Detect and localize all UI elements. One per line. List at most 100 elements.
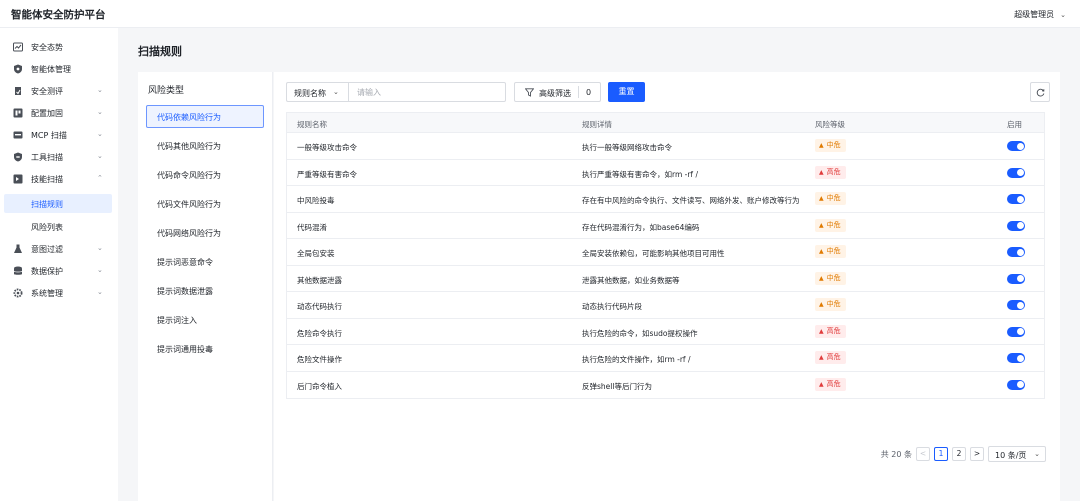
risk-category-panel: 风险类型 代码依赖风险行为 代码其他风险行为 代码命令风险行为 代码文件风险行为…	[138, 72, 273, 501]
rule-name: 中风险投毒	[297, 196, 335, 205]
prev-page-button[interactable]: <	[916, 447, 930, 461]
advanced-filter-count: 0	[586, 88, 592, 97]
field-select[interactable]: 规则名称 ⌄	[286, 82, 348, 102]
sidebar-item-tool-scan[interactable]: 工具扫描 ⌄	[0, 146, 118, 168]
search-input[interactable]	[348, 82, 506, 102]
risk-level-badge: ▲ 中危	[815, 192, 846, 205]
warning-icon: ▲	[819, 301, 824, 308]
risk-level-label: 高危	[826, 353, 841, 361]
risk-level-badge: ▲ 中危	[815, 139, 846, 152]
chevron-down-icon: ⌄	[97, 244, 103, 252]
risk-level-label: 中危	[826, 273, 841, 282]
category-item[interactable]: 代码文件风险行为	[146, 192, 264, 215]
warning-icon: ▲	[819, 142, 824, 149]
enable-toggle[interactable]	[1007, 379, 1025, 390]
advanced-filter-button[interactable]: 高级筛选 0	[514, 82, 601, 102]
risk-level-label: 高危	[826, 379, 841, 388]
dashboard-icon	[13, 42, 23, 52]
risk-level-badge: ▲ 高危	[815, 324, 846, 338]
rule-detail: 全局安装依赖包，可能影响其他项目可用性	[582, 249, 725, 258]
risk-level-badge: ▲ 中危	[815, 271, 846, 285]
filter-icon	[525, 88, 534, 97]
user-menu[interactable]: 超级管理员 ⌄	[1014, 9, 1066, 20]
warning-icon: ▲	[819, 327, 824, 335]
database-icon	[13, 266, 23, 275]
table-header: 规则名称 规则详情 风险等级 启用	[287, 113, 1044, 133]
warning-icon: ▲	[819, 248, 824, 255]
sidebar-item-config-hardening[interactable]: 配置加固 ⌄	[0, 102, 118, 124]
table-row: 危险命令执行 执行危险的命令，如sudo提权操作 ▲ 高危	[287, 319, 1044, 345]
sidebar-item-data-protection[interactable]: 数据保护 ⌄	[0, 260, 118, 282]
page-title: 扫描规则	[138, 45, 182, 58]
risk-level-label: 中危	[826, 247, 841, 255]
enable-toggle[interactable]	[1007, 141, 1025, 151]
warning-icon: ▲	[819, 168, 824, 176]
enable-toggle[interactable]	[1007, 194, 1025, 204]
rule-detail: 执行危险的文件操作，如rm -rf /	[582, 355, 691, 364]
chevron-down-icon: ⌄	[97, 288, 103, 296]
risk-level-label: 中危	[826, 300, 841, 308]
warning-icon: ▲	[819, 274, 824, 282]
page-button[interactable]: 2	[952, 447, 966, 461]
tool-shield-icon	[14, 152, 22, 162]
rule-detail: 执行一般等级网络攻击命令	[582, 143, 672, 152]
rule-name: 危险命令执行	[297, 328, 342, 338]
rules-table: 规则名称 规则详情 风险等级 启用 一般等级攻击命令 执行一般等级网络攻击命令 ▲ 中…	[286, 112, 1045, 399]
category-item[interactable]: 代码依赖风险行为	[146, 105, 264, 128]
rule-detail: 执行危险的命令，如sudo提权操作	[582, 328, 698, 338]
rule-name: 危险文件操作	[297, 355, 342, 364]
skill-icon	[13, 174, 23, 184]
refresh-button[interactable]	[1030, 82, 1050, 102]
risk-level-badge: ▲ 中危	[815, 298, 846, 311]
sidebar-subitem-risk-list[interactable]: 风险列表	[4, 217, 112, 236]
chevron-down-icon: ⌄	[97, 108, 103, 116]
warning-icon: ▲	[819, 380, 824, 388]
chevron-down-icon: ⌄	[97, 152, 103, 160]
rule-detail: 执行严重等级有害命令，如rm -rf /	[582, 169, 698, 179]
pagination: 共 20 条 < 1 2 > 10 条/页 ⌄	[881, 446, 1046, 462]
category-item[interactable]: 代码其他风险行为	[146, 134, 264, 157]
enable-toggle[interactable]	[1007, 247, 1025, 257]
risk-level-label: 高危	[826, 326, 841, 335]
chevron-down-icon: ⌄	[1034, 450, 1040, 458]
rule-detail: 动态执行代码片段	[582, 302, 642, 311]
shield-icon	[14, 64, 22, 74]
category-item[interactable]: 提示词恶意命令	[146, 250, 264, 273]
config-icon	[13, 108, 23, 118]
next-page-button[interactable]: >	[970, 447, 984, 461]
enable-toggle[interactable]	[1007, 326, 1025, 337]
enable-toggle[interactable]	[1007, 220, 1025, 231]
top-bar: 智能体安全防护平台 超级管理员 ⌄	[0, 0, 1080, 28]
sidebar-item-security-test[interactable]: 安全测评 ⌄	[0, 80, 118, 102]
risk-level-badge: ▲ 中危	[815, 245, 846, 258]
enable-toggle[interactable]	[1007, 353, 1025, 363]
main-area: 扫描规则 风险类型 代码依赖风险行为 代码其他风险行为 代码命令风险行为 代码文…	[118, 28, 1080, 501]
enable-toggle[interactable]	[1007, 167, 1025, 178]
page-button[interactable]: 1	[934, 447, 948, 461]
category-item[interactable]: 提示词注入	[146, 308, 264, 331]
table-row: 后门命令植入 反弹shell等后门行为 ▲ 高危	[287, 372, 1044, 399]
sidebar-item-intent-filter[interactable]: 意图过滤 ⌄	[0, 238, 118, 260]
category-item[interactable]: 提示词通用投毒	[146, 337, 264, 360]
sidebar-item-skill-scan[interactable]: 技能扫描 ⌃	[0, 168, 118, 190]
enable-toggle[interactable]	[1007, 273, 1025, 284]
enable-toggle[interactable]	[1007, 300, 1025, 310]
sidebar-item-system-management[interactable]: 系统管理 ⌄	[0, 282, 118, 304]
rule-detail: 存在有中风险的命令执行、文件读写、网络外发、账户修改等行为	[582, 196, 800, 205]
chevron-up-icon: ⌃	[97, 174, 103, 182]
category-item[interactable]: 代码命令风险行为	[146, 163, 264, 186]
test-icon	[15, 87, 21, 95]
reset-button[interactable]: 重置	[608, 82, 645, 102]
rule-detail: 泄露其他数据，如业务数据等	[582, 275, 680, 285]
rule-name: 后门命令植入	[297, 381, 342, 391]
sidebar-item-agent-management[interactable]: 智能体管理	[0, 58, 118, 80]
sidebar-subitem-scan-rules[interactable]: 扫描规则	[4, 194, 112, 213]
category-item[interactable]: 提示词数据泄露	[146, 279, 264, 302]
category-item[interactable]: 代码网络风险行为	[146, 221, 264, 244]
sidebar-item-mcp-scan[interactable]: MCP 扫描 ⌄	[0, 124, 118, 146]
table-row: 其他数据泄露 泄露其他数据，如业务数据等 ▲ 中危	[287, 266, 1044, 292]
risk-level-label: 中危	[826, 141, 841, 149]
page-size-select[interactable]: 10 条/页 ⌄	[988, 446, 1046, 462]
risk-level-badge: ▲ 高危	[815, 165, 846, 179]
sidebar-item-security-posture[interactable]: 安全态势	[0, 36, 118, 58]
